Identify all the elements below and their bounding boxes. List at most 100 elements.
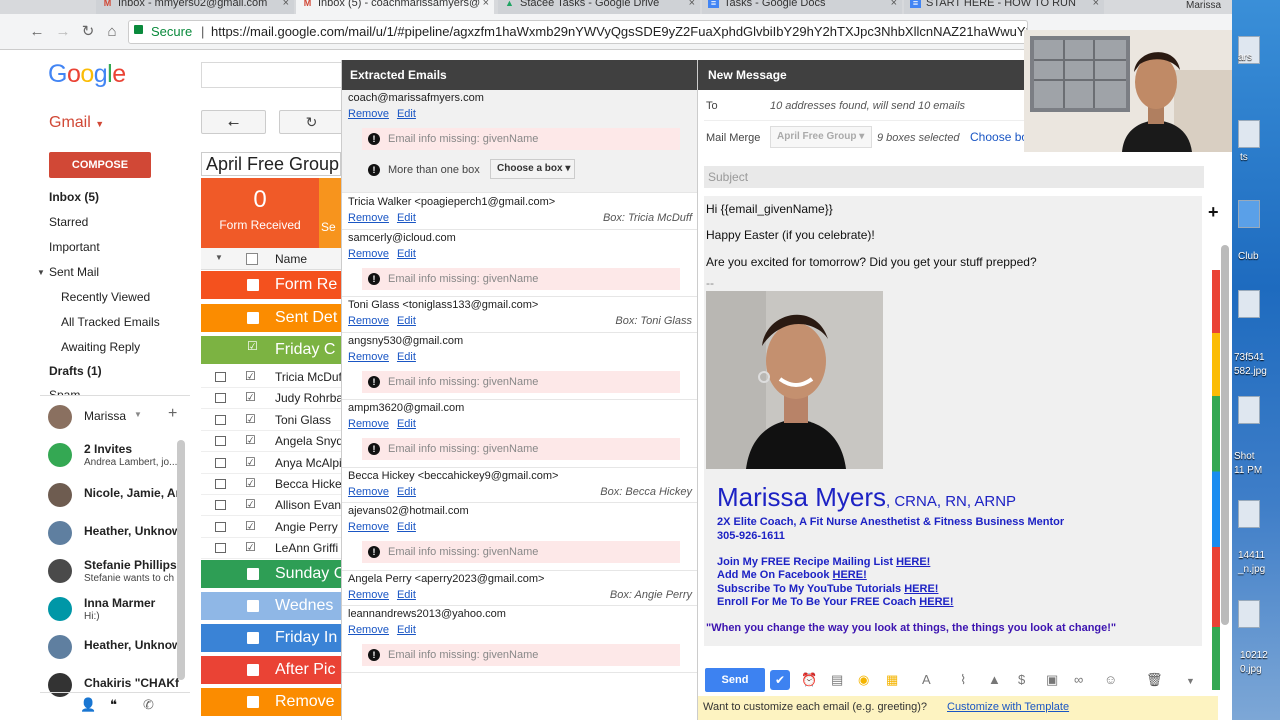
message-body[interactable]: Hi {{email_givenName}} Happy Easter (if … (704, 196, 1202, 646)
name-column-header[interactable]: Name (275, 252, 307, 266)
stage-checkbox[interactable] (247, 696, 259, 708)
stage-checkbox-checked[interactable]: ☑ (247, 339, 259, 353)
gmail-menu[interactable]: Gmail ▼ (49, 114, 104, 132)
remove-link[interactable]: Remove (348, 108, 389, 120)
stage-checkbox[interactable] (247, 279, 259, 291)
hangout-item[interactable]: 2 Invites Andrea Lambert, jo... (48, 440, 188, 474)
tab-docs-tasks[interactable]: ≡ Tasks - Google Docs × (702, 0, 902, 14)
image-file-icon[interactable] (1238, 600, 1260, 628)
stage-checkbox[interactable] (247, 632, 259, 644)
add-icon[interactable]: + (1208, 202, 1219, 223)
format-text-icon[interactable]: A (922, 672, 931, 687)
edit-link[interactable]: Edit (397, 108, 416, 120)
edit-link[interactable]: Edit (397, 351, 416, 363)
remove-link[interactable]: Remove (348, 315, 389, 327)
box-icon[interactable] (215, 479, 226, 489)
checked-checkbox[interactable]: ☑ (245, 540, 256, 554)
drive-icon[interactable]: ▲ (988, 672, 1001, 687)
choose-box-dropdown[interactable]: Choose a box ▾ (490, 159, 575, 179)
back-icon[interactable]: ← (27, 22, 47, 42)
pipeline-stage-band[interactable]: Remove (201, 688, 341, 716)
stage-next[interactable]: Se (319, 178, 341, 248)
box-icon[interactable] (215, 372, 226, 382)
hangouts-me[interactable]: Marissa ▼ + (48, 402, 188, 436)
photo-icon[interactable]: ▣ (1046, 672, 1058, 688)
checked-checkbox[interactable]: ☑ (245, 433, 256, 447)
tab-inbox-coach[interactable]: M Inbox (5) - coachmarissamyers@ × (296, 0, 494, 14)
hangouts-scrollbar[interactable] (177, 440, 185, 680)
hangout-item[interactable]: Heather, Unknow (48, 632, 188, 666)
checked-checkbox[interactable]: ☑ (245, 497, 256, 511)
send-button[interactable]: Send (705, 668, 765, 692)
remove-link[interactable]: Remove (348, 589, 389, 601)
close-tab-icon[interactable]: × (689, 0, 695, 10)
hangout-item[interactable]: Nicole, Jamie, Ar (48, 480, 188, 514)
choose-boxes-link[interactable]: Choose bo (970, 130, 1028, 144)
add-icon[interactable]: + (168, 405, 177, 423)
edit-link[interactable]: Edit (397, 486, 416, 498)
link-icon[interactable]: ∞ (1074, 672, 1083, 687)
remove-link[interactable]: Remove (348, 624, 389, 636)
checked-checkbox[interactable]: ☑ (245, 390, 256, 404)
trash-icon[interactable]: 🗑 (1146, 672, 1163, 688)
close-tab-icon[interactable]: × (483, 0, 489, 10)
nav-important[interactable]: Important (49, 240, 100, 254)
table-row[interactable]: ☑ Angela Snyd (201, 431, 341, 453)
hangouts-icon[interactable]: ❝ (110, 697, 117, 713)
customize-template-link[interactable]: Customize with Template (947, 701, 1069, 713)
pipeline-stage-band[interactable]: Wednes (201, 592, 341, 620)
person-icon[interactable]: 👤 (80, 697, 96, 713)
edit-link[interactable]: Edit (397, 212, 416, 224)
tab-start-here[interactable]: ≡ START HERE - HOW TO RUN × (904, 0, 1104, 14)
remove-link[interactable]: Remove (348, 248, 389, 260)
checked-checkbox[interactable]: ☑ (245, 519, 256, 533)
remove-link[interactable]: Remove (348, 521, 389, 533)
pipeline-stage-band[interactable]: After Pic (201, 656, 341, 684)
pipeline-stage-band[interactable]: Form Re (201, 271, 341, 299)
table-row[interactable]: ☑ Allison Evan (201, 495, 341, 517)
profile-name[interactable]: Marissa (1186, 0, 1221, 11)
folder-icon[interactable] (1238, 200, 1260, 228)
nav-inbox[interactable]: Inbox (5) (49, 190, 99, 204)
pipeline-stage-band[interactable]: Sunday C (201, 560, 341, 588)
box-icon[interactable] (215, 500, 226, 511)
eye-icon[interactable]: ◉ (858, 672, 869, 688)
attach-icon[interactable]: ⌇ (960, 672, 966, 688)
edit-link[interactable]: Edit (397, 521, 416, 533)
chevron-down-icon[interactable]: ▼ (215, 253, 223, 262)
scrollbar[interactable] (1221, 245, 1229, 625)
track-email-icon[interactable]: ✔ (770, 670, 790, 690)
nav-drafts[interactable]: Drafts (1) (49, 364, 102, 378)
close-tab-icon[interactable]: × (1093, 0, 1099, 10)
snippet-icon[interactable]: ▦ (886, 672, 898, 688)
template-icon[interactable]: ▤ (831, 672, 843, 688)
edit-link[interactable]: Edit (397, 248, 416, 260)
phone-icon[interactable]: ✆ (143, 697, 154, 713)
search-input[interactable] (201, 62, 351, 88)
google-logo[interactable]: Google (48, 60, 126, 89)
url-field[interactable]: Secure | https://mail.google.com/mail/u/… (128, 20, 1028, 44)
stage-form-received[interactable]: 0 Form Received (201, 178, 319, 248)
mail-merge-pipeline-select[interactable]: April Free Group ▾ (770, 126, 872, 148)
nav-awaiting-reply[interactable]: Awaiting Reply (61, 340, 140, 354)
hangout-item[interactable]: Stefanie Phillips Stefanie wants to ch (48, 556, 188, 590)
nav-all-tracked[interactable]: All Tracked Emails (61, 315, 160, 329)
signature-link[interactable]: HERE! (904, 583, 938, 595)
box-icon[interactable] (215, 521, 226, 532)
expand-arrow-icon[interactable]: ▼ (37, 268, 45, 277)
box-icon[interactable] (215, 393, 226, 404)
checked-checkbox[interactable]: ☑ (245, 412, 256, 426)
box-icon[interactable] (215, 457, 226, 468)
table-row[interactable]: ☑ Tricia McDuf (201, 367, 341, 388)
checked-checkbox[interactable]: ☑ (245, 369, 256, 383)
signature-link[interactable]: HERE! (919, 596, 953, 608)
reload-icon[interactable]: ↻ (78, 22, 98, 42)
stage-checkbox[interactable] (247, 312, 259, 324)
more-options-icon[interactable]: ▼ (1186, 676, 1195, 686)
signature-link[interactable]: HERE! (833, 569, 867, 581)
edit-link[interactable]: Edit (397, 589, 416, 601)
select-all-checkbox[interactable] (246, 253, 258, 265)
box-icon[interactable] (215, 543, 226, 554)
stage-checkbox[interactable] (247, 568, 259, 580)
forward-icon[interactable]: → (53, 22, 73, 42)
